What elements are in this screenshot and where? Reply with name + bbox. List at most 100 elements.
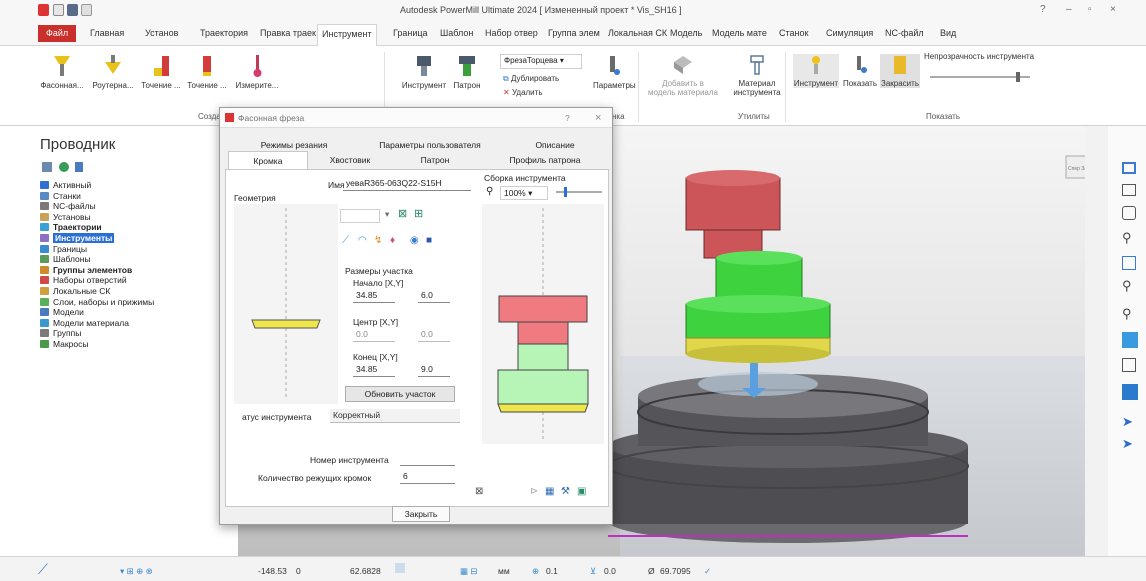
tab-description[interactable]: Описание (515, 140, 595, 150)
tab-holeset[interactable]: Набор отвер (485, 28, 538, 38)
dialog-help-button[interactable]: ? (565, 113, 570, 123)
show-button[interactable]: Показать (842, 54, 878, 88)
zoom-out-icon[interactable]: ⚲ (1122, 278, 1132, 294)
tree-view-icon[interactable] (42, 162, 52, 172)
mirror-tool-icon[interactable]: ♦ (390, 235, 395, 246)
tree-item[interactable]: Модели (40, 307, 84, 317)
view-iso-icon[interactable] (1122, 162, 1136, 174)
tree-item[interactable]: Группы элементов (40, 265, 132, 275)
end-x-input[interactable]: 34.85 (353, 363, 395, 377)
tab-machine[interactable]: Станок (779, 28, 808, 38)
export-icon[interactable]: ⊠ (475, 486, 483, 497)
lock-icon[interactable] (395, 563, 405, 573)
show-tool-toggle[interactable]: Инструмент (793, 54, 839, 88)
tool-material-button[interactable]: Материал инструмента (732, 54, 782, 97)
tangent-tool-icon[interactable]: ↯ (374, 235, 382, 246)
zoom-slider-thumb[interactable] (564, 187, 567, 197)
close-dialog-button[interactable]: Закрыть (392, 506, 450, 522)
router-tool-button[interactable]: Роутерна... (90, 54, 136, 90)
delete-segment-icon[interactable]: ⊞ (414, 207, 423, 220)
center-x-input[interactable]: 0.0 (353, 328, 395, 342)
parameters-button[interactable]: Параметры (593, 54, 636, 90)
zoom-dropdown[interactable]: 100% ▾ (500, 186, 548, 200)
tree-item[interactable]: Инструменты (40, 233, 115, 243)
grid-icon[interactable]: ▦ ⊟ (460, 566, 478, 577)
tool-name-input[interactable]: уевaR365-063Q22-S15H (343, 177, 471, 191)
tree-item[interactable]: Установы (40, 212, 91, 222)
copy-icon[interactable]: ⊳ (530, 486, 538, 497)
tab-tip[interactable]: Кромка (228, 151, 308, 169)
assembly-preview[interactable] (482, 204, 604, 444)
select-icon[interactable]: ➤ (1122, 414, 1133, 430)
tab-local-cs[interactable]: Локальная СК (608, 28, 667, 38)
undo-icon[interactable] (81, 4, 92, 16)
tab-setup[interactable]: Установ (145, 28, 178, 38)
tab-view[interactable]: Вид (940, 28, 956, 38)
tab-tool[interactable]: Инструмент (317, 24, 377, 46)
turning-tool-button-1[interactable]: Точение ... (140, 54, 182, 90)
line-tool-icon[interactable]: ⟋ (342, 235, 349, 246)
zoom-fit-icon[interactable]: ⚲ (1122, 306, 1132, 322)
holder-button[interactable]: Патрон (452, 54, 482, 90)
add-segment-icon[interactable]: ⊠ (398, 207, 407, 220)
zoom-icon-dialog[interactable]: ⚲ (486, 186, 493, 197)
tab-boundary[interactable]: Граница (393, 28, 428, 38)
duplicate-button[interactable]: ⧉ Дублировать (503, 74, 559, 84)
tree-item[interactable]: Локальные СК (40, 286, 110, 296)
wireframe-icon[interactable] (1122, 358, 1136, 372)
tree-item[interactable]: Траектории (40, 222, 102, 232)
zoom-box-icon[interactable] (1122, 256, 1136, 270)
tab-template[interactable]: Шаблон (440, 28, 473, 38)
probe-tool-button[interactable]: Измерите... (232, 54, 282, 90)
transparency-slider[interactable] (930, 72, 1030, 82)
minimize-button[interactable]: – (1066, 4, 1072, 15)
tab-holder-profile[interactable]: Профиль патрона (490, 155, 600, 165)
dialog-close-icon[interactable]: × (595, 112, 601, 124)
tree-item[interactable]: Слои, наборы и прижимы (40, 297, 154, 307)
snap-icons[interactable]: ▾ ⊞ ⊕ ⊗ (120, 566, 153, 577)
shade-button[interactable]: Закрасить (880, 54, 920, 88)
stock-view-icon[interactable] (1122, 384, 1138, 400)
delete-button[interactable]: ✕ Удалить (503, 88, 542, 97)
tab-file[interactable]: Файл (38, 25, 77, 42)
tree-item[interactable]: Станки (40, 191, 81, 201)
segment-type-dropdown[interactable] (340, 209, 380, 223)
import-tool-icon[interactable]: ◉ (410, 235, 419, 246)
library-icon[interactable]: ▦ (545, 486, 554, 497)
slider-thumb[interactable] (1016, 72, 1020, 82)
start-y-input[interactable]: 6.0 (418, 289, 450, 303)
segment-dropdown-arrow[interactable]: ▾ (385, 209, 389, 220)
tree-item[interactable]: Активный (40, 180, 91, 190)
tab-edit-toolpath[interactable]: Правка траек (260, 28, 316, 38)
geometry-preview[interactable] (234, 204, 338, 404)
save-icon[interactable] (67, 4, 78, 16)
save-profile-icon[interactable]: ■ (426, 235, 432, 246)
center-y-input[interactable]: 0.0 (418, 328, 450, 342)
tab-simulation[interactable]: Симуляция (826, 28, 873, 38)
filter-icon[interactable] (58, 162, 69, 172)
tab-model[interactable]: Модель (670, 28, 702, 38)
save-to-db-icon[interactable]: ⚒ (561, 486, 570, 497)
select-mode-icon[interactable]: ➤ (1122, 436, 1133, 452)
db-icon[interactable]: ▣ (577, 486, 586, 497)
tab-toolpath[interactable]: Траектория (200, 28, 248, 38)
turning-tool-button-2[interactable]: Точение ... (186, 54, 228, 90)
open-icon[interactable] (53, 4, 64, 16)
tree-item[interactable]: Модели материала (40, 318, 129, 328)
end-y-input[interactable]: 9.0 (418, 363, 450, 377)
tool-select-dropdown[interactable]: ФрезаТорцева ▾ (500, 54, 582, 69)
tab-nc-file[interactable]: NC-файл (885, 28, 924, 38)
start-x-input[interactable]: 34.85 (353, 289, 395, 303)
tree-item[interactable]: Шаблоны (40, 254, 91, 264)
form-tool-button[interactable]: Фасонная... (38, 54, 86, 90)
tab-stock-model[interactable]: Модель мате (712, 28, 767, 38)
update-section-button[interactable]: Обновить участок (345, 386, 455, 402)
arc-tool-icon[interactable]: ◠ (358, 235, 367, 246)
tab-cutting-data[interactable]: Режимы резания (234, 140, 354, 150)
tool-number-input[interactable] (400, 452, 455, 466)
zoom-icon[interactable]: ⚲ (1122, 230, 1132, 246)
tool-button[interactable]: Инструмент (400, 54, 448, 90)
tree-item[interactable]: Группы (40, 328, 81, 338)
add-to-stock-button[interactable]: Добавить в модель материала (648, 54, 718, 97)
view-front-icon[interactable] (1122, 184, 1136, 196)
